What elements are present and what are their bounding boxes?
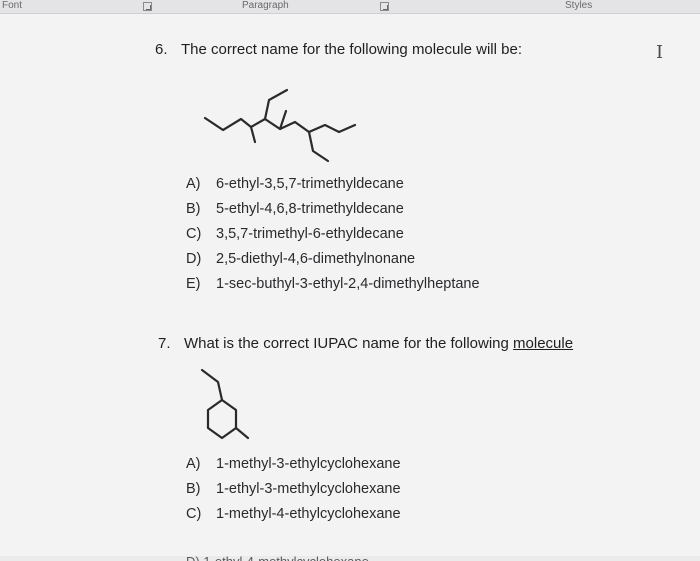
choice-6d[interactable]: D) 2,5-diethyl-4,6-dimethylnonane (186, 247, 480, 272)
document-page[interactable]: I 6. The correct name for the following m… (0, 14, 700, 561)
question-7-text: What is the correct IUPAC name for the f… (184, 335, 514, 352)
font-dialog-launcher-icon[interactable] (143, 2, 152, 11)
choice-6b[interactable]: B) 5-ethyl-4,6,8-trimethyldecane (186, 197, 480, 222)
paragraph-group-label: Paragraph (242, 0, 289, 11)
ring-substituent-right (234, 426, 250, 440)
question-7-number: 7. (158, 335, 171, 352)
choice-7c[interactable]: C) 1-methyl-4-ethylcyclohexane (186, 502, 401, 527)
molecule-6-lower-branch (307, 130, 330, 163)
choice-7b[interactable]: B) 1-ethyl-3-methylcyclohexane (186, 477, 401, 502)
font-group-label: Font (2, 0, 23, 11)
ring-substituent-top (200, 368, 224, 402)
molecule-link[interactable]: molecule (513, 335, 573, 352)
choice-6c[interactable]: C) 3,5,7-trimethyl-6-ethyldecane (186, 222, 480, 247)
text-cursor-icon: I (656, 42, 664, 63)
question-6: 6. The correct name for the following mol… (155, 41, 522, 59)
question-6-choices: A) 6-ethyl-3,5,7-trimethyldecane B) 5-ethy… (186, 172, 480, 297)
molecule-6-skeletal-structure (203, 88, 357, 163)
question-6-number: 6. (155, 41, 168, 58)
choice-6e[interactable]: E) 1-sec-buthyl-3-ethyl-2,4-dimethylhepta… (186, 272, 480, 297)
styles-group-label: Styles (565, 0, 593, 11)
molecule-6-small-branch (249, 125, 257, 144)
question-7: 7. What is the correct IUPAC name for the… (158, 335, 573, 353)
choice-6a[interactable]: A) 6-ethyl-3,5,7-trimethyldecane (186, 172, 480, 197)
paragraph-dialog-launcher-icon[interactable] (380, 2, 389, 11)
ribbon-bar: Font Paragraph Styles (0, 0, 700, 14)
question-6-text: The correct name for the following molec… (181, 41, 522, 58)
question-7-choices: A) 1-methyl-3-ethylcyclohexane B) 1-ethyl-… (186, 452, 401, 527)
molecule-7-skeletal-structure (200, 368, 250, 440)
cyclohexane-ring (206, 398, 238, 440)
choice-7a[interactable]: A) 1-methyl-3-ethylcyclohexane (186, 452, 401, 477)
